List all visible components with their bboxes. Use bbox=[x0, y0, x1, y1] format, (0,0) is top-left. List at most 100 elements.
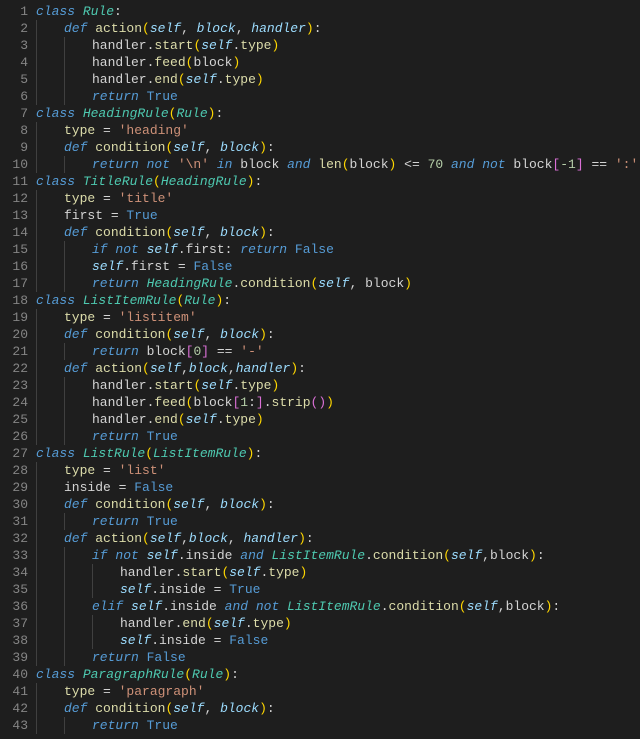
code-line[interactable]: handler.end(self.type) bbox=[36, 411, 636, 428]
code-line[interactable]: def condition(self, block): bbox=[36, 139, 636, 156]
token-paren: ) bbox=[290, 361, 298, 376]
token-punct: , bbox=[204, 701, 220, 716]
token-kw: return bbox=[92, 718, 147, 733]
code-line[interactable]: class ListItemRule(Rule): bbox=[36, 292, 636, 309]
code-line[interactable]: return True bbox=[36, 88, 636, 105]
token-attr: block bbox=[193, 55, 232, 70]
code-line[interactable]: def action(self,block,handler): bbox=[36, 360, 636, 377]
code-line[interactable]: return block[0] == '-' bbox=[36, 343, 636, 360]
token-punct: , bbox=[498, 599, 506, 614]
token-fn: start bbox=[182, 565, 221, 580]
token-str: 'list' bbox=[119, 463, 166, 478]
token-punct: : bbox=[267, 497, 275, 512]
token-self: self bbox=[173, 701, 204, 716]
code-line[interactable]: elif self.inside and not ListItemRule.co… bbox=[36, 598, 636, 615]
token-kw: class bbox=[36, 293, 83, 308]
token-punct: : bbox=[306, 531, 314, 546]
token-self: self bbox=[451, 548, 482, 563]
token-self: block bbox=[189, 531, 228, 546]
code-line[interactable]: return True bbox=[36, 513, 636, 530]
token-kw: return bbox=[92, 344, 147, 359]
token-self: self bbox=[186, 72, 217, 87]
token-kw: not bbox=[115, 242, 146, 257]
token-cls: Rule bbox=[83, 4, 114, 19]
code-line[interactable]: handler.feed(block) bbox=[36, 54, 636, 71]
code-content: return block[0] == '-' bbox=[36, 344, 264, 359]
code-line[interactable]: def action(self,block, handler): bbox=[36, 530, 636, 547]
code-line[interactable]: class HeadingRule(Rule): bbox=[36, 105, 636, 122]
line-number: 21 bbox=[4, 343, 28, 360]
code-line[interactable]: class Rule: bbox=[36, 3, 636, 20]
token-const: True bbox=[147, 89, 178, 104]
code-line[interactable]: handler.feed(block[1:].strip()) bbox=[36, 394, 636, 411]
code-line[interactable]: handler.end(self.type) bbox=[36, 71, 636, 88]
token-str: 'listitem' bbox=[119, 310, 197, 325]
code-line[interactable]: self.inside = False bbox=[36, 632, 636, 649]
code-line[interactable]: def condition(self, block): bbox=[36, 224, 636, 241]
code-line[interactable]: if not self.inside and ListItemRule.cond… bbox=[36, 547, 636, 564]
code-line[interactable]: class ParagraphRule(Rule): bbox=[36, 666, 636, 683]
code-line[interactable]: def condition(self, block): bbox=[36, 326, 636, 343]
token-fn: type bbox=[64, 123, 95, 138]
code-line[interactable]: class TitleRule(HeadingRule): bbox=[36, 173, 636, 190]
token-op: = bbox=[206, 633, 229, 648]
line-number: 7 bbox=[4, 105, 28, 122]
code-line[interactable]: type = 'list' bbox=[36, 462, 636, 479]
code-line[interactable]: type = 'listitem' bbox=[36, 309, 636, 326]
code-line[interactable]: return False bbox=[36, 649, 636, 666]
token-fn: feed bbox=[154, 55, 185, 70]
token-attr: handler bbox=[92, 38, 147, 53]
line-number-gutter: 1234567891011121314151617181920212223242… bbox=[0, 3, 36, 734]
code-line[interactable]: inside = False bbox=[36, 479, 636, 496]
line-number: 22 bbox=[4, 360, 28, 377]
code-line[interactable]: handler.start(self.type) bbox=[36, 377, 636, 394]
code-line[interactable]: class ListRule(ListItemRule): bbox=[36, 445, 636, 462]
code-line[interactable]: self.inside = True bbox=[36, 581, 636, 598]
token-cls: HeadingRule bbox=[147, 276, 233, 291]
token-num: -1 bbox=[560, 157, 576, 172]
code-line[interactable]: return True bbox=[36, 428, 636, 445]
token-cls: Rule bbox=[192, 667, 223, 682]
code-line[interactable]: type = 'title' bbox=[36, 190, 636, 207]
code-line[interactable]: def condition(self, block): bbox=[36, 700, 636, 717]
token-self: self bbox=[150, 361, 181, 376]
token-self: block bbox=[220, 225, 259, 240]
code-content: return HeadingRule.condition(self, block… bbox=[36, 276, 412, 291]
code-line[interactable]: type = 'heading' bbox=[36, 122, 636, 139]
token-self: self bbox=[131, 599, 162, 614]
line-number: 39 bbox=[4, 649, 28, 666]
token-str: 'paragraph' bbox=[119, 684, 205, 699]
token-fn: condition bbox=[95, 225, 165, 240]
code-editor[interactable]: 1234567891011121314151617181920212223242… bbox=[0, 0, 640, 734]
token-const: False bbox=[134, 480, 173, 495]
code-line[interactable]: handler.start(self.type) bbox=[36, 564, 636, 581]
code-line[interactable]: handler.end(self.type) bbox=[36, 615, 636, 632]
token-attr: handler bbox=[92, 395, 147, 410]
line-number: 2 bbox=[4, 20, 28, 37]
code-line[interactable]: return True bbox=[36, 717, 636, 734]
code-content: handler.feed(block) bbox=[36, 55, 240, 70]
code-line[interactable]: type = 'paragraph' bbox=[36, 683, 636, 700]
token-kw: def bbox=[64, 21, 95, 36]
token-kw: and bbox=[217, 599, 256, 614]
token-punct: : bbox=[552, 599, 560, 614]
token-kw: not bbox=[256, 599, 287, 614]
token-str: '\n' bbox=[178, 157, 209, 172]
code-line[interactable]: first = True bbox=[36, 207, 636, 224]
code-line[interactable]: return HeadingRule.condition(self, block… bbox=[36, 275, 636, 292]
token-op: = bbox=[95, 463, 118, 478]
token-paren: ( bbox=[184, 667, 192, 682]
code-area[interactable]: class Rule:def action(self, block, handl… bbox=[36, 3, 640, 734]
token-paren: ) bbox=[259, 327, 267, 342]
code-line[interactable]: if not self.first: return False bbox=[36, 241, 636, 258]
token-kw: class bbox=[36, 446, 83, 461]
token-paren: ) bbox=[259, 225, 267, 240]
code-line[interactable]: return not '\n' in block and len(block) … bbox=[36, 156, 636, 173]
token-attr: block bbox=[506, 599, 545, 614]
token-num: 70 bbox=[428, 157, 444, 172]
code-line[interactable]: def condition(self, block): bbox=[36, 496, 636, 513]
code-line[interactable]: handler.start(self.type) bbox=[36, 37, 636, 54]
code-line[interactable]: self.first = False bbox=[36, 258, 636, 275]
token-brk: ] bbox=[576, 157, 584, 172]
code-line[interactable]: def action(self, block, handler): bbox=[36, 20, 636, 37]
